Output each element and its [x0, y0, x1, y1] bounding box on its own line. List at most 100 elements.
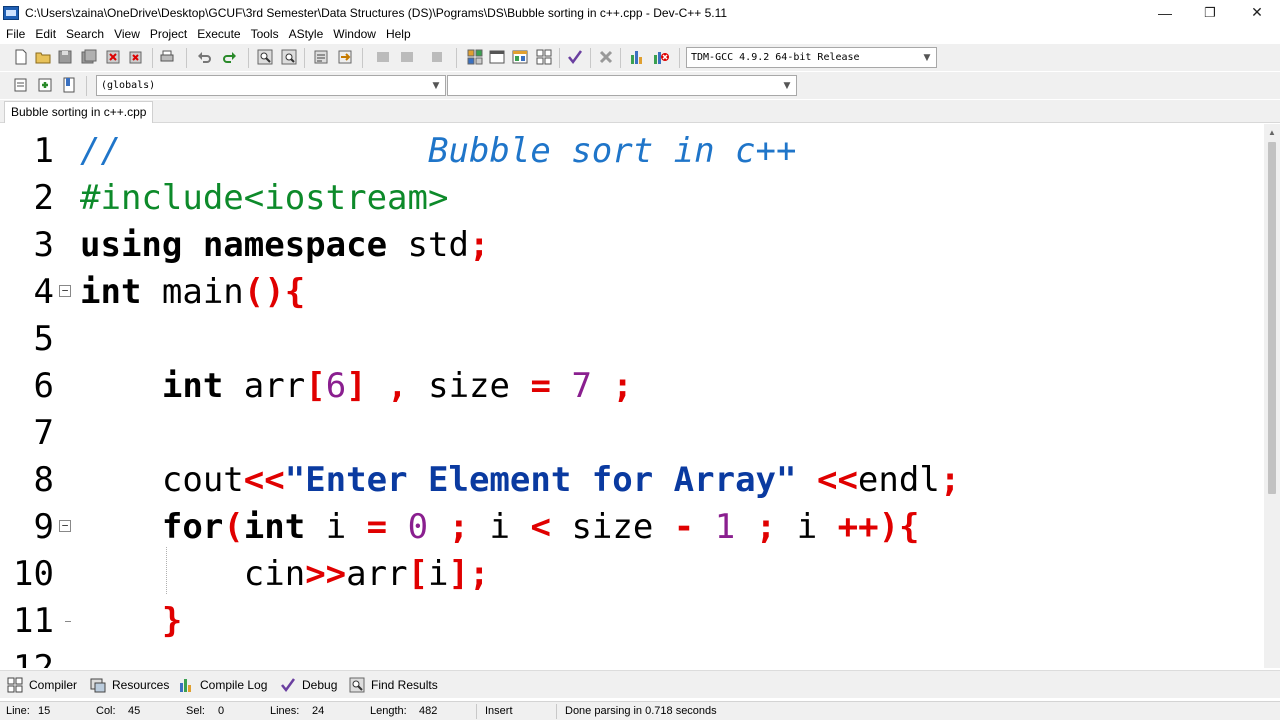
code-line-9: for(int i = 0 ; i < size - 1 ; i ++){ [80, 504, 920, 551]
find-icon[interactable] [256, 48, 274, 66]
status-lines-value: 24 [312, 705, 325, 717]
code-token: 1 [714, 507, 736, 547]
print-icon[interactable] [158, 48, 176, 66]
compiler-select[interactable]: TDM-GCC 4.9.2 64-bit Release ▼ [686, 47, 937, 68]
code-token: std [387, 225, 469, 265]
tab-compile-log-label: Compile Log [200, 678, 268, 692]
line-number: 8 [33, 460, 54, 500]
menu-file[interactable]: File [2, 27, 29, 41]
save-all-icon[interactable] [80, 48, 98, 66]
code-token: cin [243, 554, 306, 594]
window-icon[interactable] [488, 48, 506, 66]
menu-window[interactable]: Window [329, 27, 380, 41]
status-lines-label: Lines: [270, 705, 300, 717]
toggle-comment-icon[interactable] [428, 48, 446, 66]
code-token: int [243, 507, 306, 547]
tab-find-results[interactable]: Find Results [349, 676, 438, 694]
chevron-down-icon: ▼ [432, 80, 440, 91]
open-file-icon[interactable] [34, 48, 52, 66]
fold-collapse-icon[interactable]: − [59, 285, 71, 297]
menu-execute[interactable]: Execute [193, 27, 244, 41]
tab-compiler-label: Compiler [29, 678, 78, 692]
code-token: } [161, 601, 183, 641]
menu-edit[interactable]: Edit [31, 27, 60, 41]
check-syntax-icon[interactable] [566, 48, 584, 66]
editor-tab-bar: Bubble sorting in c++.cpp [0, 100, 1280, 123]
status-line-value: 15 [38, 705, 51, 717]
grid-icon[interactable] [535, 48, 553, 66]
code-token: using namespace [80, 225, 388, 265]
devcpp-app-icon [3, 5, 19, 20]
project-view-icon[interactable] [466, 48, 484, 66]
replace-icon[interactable] [280, 48, 298, 66]
tile-icon[interactable] [511, 48, 529, 66]
insert-icon[interactable] [12, 76, 30, 94]
code-token: >> [305, 554, 347, 594]
unindent-icon[interactable] [398, 48, 416, 66]
undo-icon[interactable] [196, 48, 214, 66]
window-title: C:\Users\zaina\OneDrive\Desktop\GCUF\3rd… [25, 5, 728, 20]
code-token: Bubble sort in c++ [428, 131, 797, 171]
code-token: 7 [571, 366, 592, 406]
status-bar: Line: 15 Col: 45 Sel: 0 Lines: 24 Length… [0, 701, 1280, 720]
indent-icon[interactable] [374, 48, 392, 66]
code-token: << [816, 460, 858, 500]
menu-tools[interactable]: Tools [247, 27, 283, 41]
code-token: < [530, 507, 551, 547]
menu-view[interactable]: View [110, 27, 144, 41]
new-file-icon[interactable] [12, 48, 30, 66]
close-file-icon[interactable] [104, 48, 122, 66]
scope-select-value: (globals) [101, 80, 156, 91]
fold-collapse-icon[interactable]: − [59, 520, 71, 532]
profile-icon[interactable] [628, 48, 646, 66]
find-results-icon [349, 677, 365, 693]
toggle-bookmark-icon[interactable] [36, 76, 54, 94]
code-token: size [428, 366, 510, 406]
toolbar-separator [679, 48, 680, 68]
code-editor[interactable]: 1 2 3 4 5 6 7 8 9 10 11 12 − − // Bubble… [0, 124, 1264, 668]
code-token: [ [407, 554, 429, 594]
status-col-value: 45 [128, 705, 141, 717]
class-toolbar: (globals) ▼ ▼ [0, 72, 1280, 99]
code-token: [ [305, 366, 326, 406]
scope-select[interactable]: (globals) ▼ [96, 75, 446, 96]
goto-line-icon[interactable] [312, 48, 330, 66]
code-line-4: int main(){ [80, 269, 305, 316]
scrollbar-thumb[interactable] [1268, 142, 1276, 494]
toolbar-separator [362, 48, 363, 68]
menu-project[interactable]: Project [146, 27, 191, 41]
code-token: // [80, 131, 121, 171]
redo-icon[interactable] [220, 48, 238, 66]
line-number: 6 [33, 366, 54, 406]
code-line-1: // Bubble sort in c++ [80, 128, 796, 175]
maximize-button[interactable]: ❐ [1187, 0, 1233, 25]
toolbar-separator [456, 48, 457, 68]
code-token: i [469, 507, 531, 547]
status-insert-mode: Insert [485, 705, 513, 717]
stop-icon[interactable] [597, 48, 615, 66]
minimize-button[interactable]: — [1142, 0, 1188, 25]
goto-icon[interactable] [336, 48, 354, 66]
save-icon[interactable] [56, 48, 74, 66]
toolbar-separator [186, 48, 187, 68]
goto-bookmark-icon[interactable] [60, 76, 78, 94]
member-select[interactable]: ▼ [447, 75, 797, 96]
status-message: Done parsing in 0.718 seconds [565, 705, 717, 717]
menu-help[interactable]: Help [382, 27, 415, 41]
vertical-scrollbar[interactable]: ▲ [1264, 124, 1280, 668]
scroll-up-icon[interactable]: ▲ [1267, 128, 1277, 138]
status-sel-value: 0 [218, 705, 225, 717]
code-token: i [428, 554, 449, 594]
menu-search[interactable]: Search [62, 27, 108, 41]
close-button[interactable]: ✕ [1234, 0, 1280, 25]
close-all-icon[interactable] [128, 48, 146, 66]
tab-debug[interactable]: Debug [280, 676, 337, 694]
menu-astyle[interactable]: AStyle [285, 27, 328, 41]
tab-compiler[interactable]: Compiler [7, 676, 77, 694]
tab-bubble-sorting-cpp[interactable]: Bubble sorting in c++.cpp [4, 101, 154, 123]
delete-profile-icon[interactable] [652, 48, 670, 66]
tab-compile-log[interactable]: Compile Log [178, 676, 267, 694]
code-token: arr [223, 366, 306, 406]
tab-resources[interactable]: Resources [90, 676, 169, 694]
code-token: - [673, 507, 695, 547]
